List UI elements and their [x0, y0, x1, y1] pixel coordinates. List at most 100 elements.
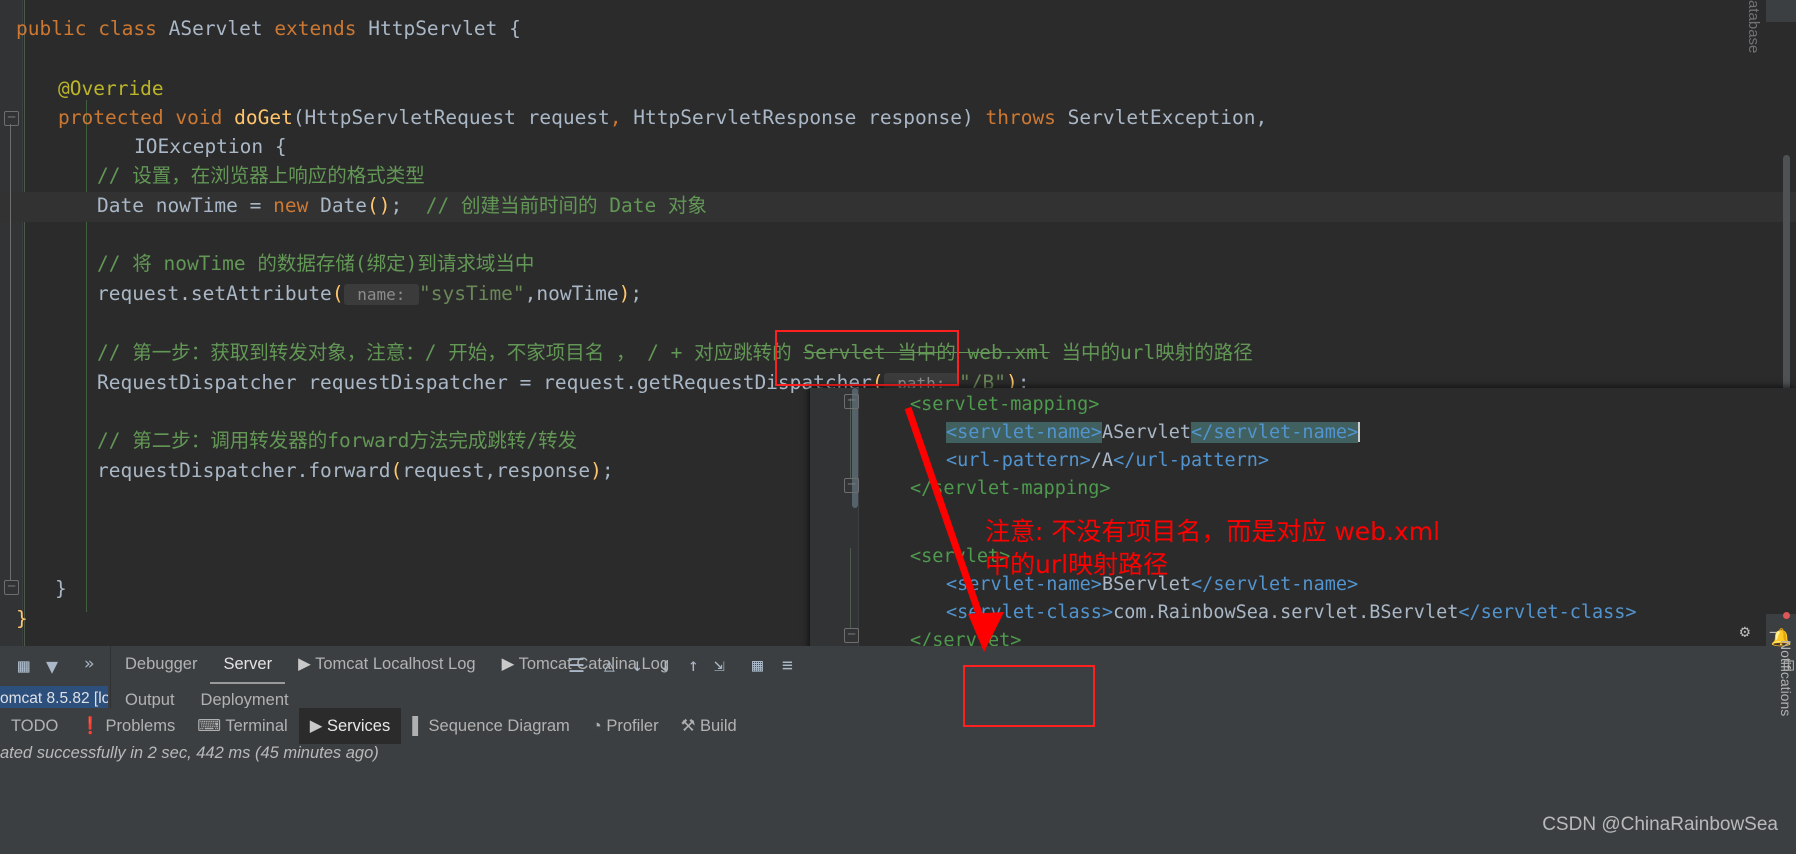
tab-server[interactable]: Server [210, 646, 286, 684]
annotation-box-path [775, 330, 959, 386]
download2-icon[interactable]: ↓ [660, 655, 671, 676]
code-token: @Override [58, 77, 164, 100]
xml-fold-marker-icon-2[interactable]: ─ [844, 478, 859, 493]
upload2-icon[interactable]: ↑ [688, 655, 699, 676]
tab-label: TODO [11, 717, 59, 735]
status-tool-tabs[interactable]: TODO ❗ Problems ⌨ Terminal ▶ Services ▌ Sequ… [0, 708, 1796, 744]
run-icon: ▶ [298, 655, 316, 673]
download-icon[interactable]: ↓ [632, 655, 643, 676]
tab-label: Profiler [606, 717, 659, 735]
diagram-icon: ▌ [412, 717, 429, 735]
database-tool-label[interactable]: atabase [1745, 0, 1762, 53]
tab-label: Problems [105, 717, 176, 735]
profiler-icon: ◔ [591, 717, 607, 735]
list-icon[interactable]: ☰ [568, 655, 585, 677]
gear-icon[interactable]: ⚙ [1740, 622, 1750, 642]
fold-marker-end-icon[interactable]: ─ [4, 580, 19, 595]
grid-icon[interactable]: ▦ [18, 655, 29, 677]
editor-gutter[interactable] [0, 0, 23, 646]
annotation-arrow-icon [904, 406, 1004, 652]
code-token: ,nowTime [524, 282, 619, 305]
code-line[interactable]: Date nowTime = new Date(); // 创建当前时间的 Da… [97, 191, 707, 221]
hammer-icon: ⚒ [680, 717, 700, 735]
tab-services[interactable]: ▶ Services [298, 708, 402, 744]
code-token: requestDispatcher.forward [97, 459, 391, 482]
notifications-label[interactable]: Notifications [1768, 640, 1794, 716]
gutter-divider [24, 0, 25, 646]
code-token: // 创建当前时间的 Date 对象 [425, 194, 707, 217]
notification-badge [1783, 612, 1790, 619]
code-token: extends [274, 17, 369, 40]
tab-label: Sequence Diagram [428, 717, 570, 735]
code-token: AServlet [168, 17, 275, 40]
upload-icon[interactable]: △ [604, 655, 615, 676]
tab-label: Server [223, 655, 273, 673]
xml-fold-line [850, 398, 851, 478]
play-icon: ▶ [309, 717, 327, 735]
code-line[interactable]: } [55, 574, 67, 604]
code-line[interactable]: // 第一步：获取到转发对象，注意：/ 开始，不家项目名 ， / + 对应跳转的… [97, 338, 1253, 368]
warning-icon: ❗ [80, 717, 106, 735]
bottom-tool-window[interactable]: ▦ ▼ » omcat 8.5.82 [lo Debugger Server ▶ T… [0, 646, 1796, 854]
code-line[interactable]: @Override [58, 74, 164, 104]
wrap-icon[interactable]: ≡ [782, 655, 793, 676]
code-token: ( [331, 282, 344, 305]
filter-icon[interactable]: ▼ [46, 654, 58, 678]
code-token: Date nowTime = [97, 194, 274, 217]
code-token: void [175, 106, 235, 129]
code-token: </servlet-class> [1458, 602, 1637, 623]
code-token: request.setAttribute [97, 282, 332, 305]
code-line[interactable]: // 将 nowTime 的数据存储(绑定)到请求域当中 [97, 249, 534, 279]
layout-icon[interactable]: ◫ [1784, 655, 1794, 675]
code-token: // 第二步：调用转发器的forward方法完成跳转/转发 [97, 429, 578, 452]
code-line[interactable]: protected void doGet(HttpServletRequest … [58, 103, 1267, 133]
code-token: IOException { [134, 135, 287, 158]
tab-profiler[interactable]: ◔ Profiler [581, 708, 670, 744]
code-token: // 设置，在浏览器上响应的格式类型 [97, 164, 425, 187]
tab-build[interactable]: ⚒ Build [670, 708, 748, 744]
tab-terminal[interactable]: ⌨ Terminal [186, 708, 298, 744]
tab-tomcat-localhost-log[interactable]: ▶ Tomcat Localhost Log [285, 646, 489, 682]
code-line[interactable]: } [16, 604, 28, 634]
ide-window: ─ ─ public class AServlet extends HttpSe… [0, 0, 1796, 854]
code-token: ; [630, 282, 643, 305]
code-token: throws [985, 106, 1068, 129]
chevron-right-icon[interactable]: » [84, 654, 94, 674]
code-line[interactable]: public class AServlet extends HttpServle… [16, 14, 521, 44]
tab-todo[interactable]: TODO [0, 708, 69, 744]
code-token: name: [343, 284, 419, 305]
bottom-tabs-row-1[interactable]: Debugger Server ▶ Tomcat Localhost Log ▶ To… [112, 646, 682, 684]
code-token: } [16, 607, 28, 630]
tab-label: Tomcat Catalina Log [518, 655, 669, 673]
code-token: </servlet-name> [1191, 422, 1359, 443]
xml-fold-marker-icon-3[interactable]: ─ [844, 628, 859, 643]
right-rail-top [1766, 0, 1796, 22]
tab-problems[interactable]: ❗ Problems [69, 708, 186, 744]
code-token: ; [601, 459, 614, 482]
run-icon: ▶ [501, 655, 519, 673]
code-line[interactable]: IOException { [134, 132, 287, 162]
fold-marker-icon[interactable]: ─ [4, 111, 19, 126]
code-line[interactable]: request.setAttribute( name: "sysTime",no… [97, 279, 642, 309]
table-icon[interactable]: ▦ [752, 655, 763, 676]
terminal-icon: ⌨ [197, 717, 226, 735]
code-token: , [609, 106, 634, 129]
tab-label: Terminal [225, 717, 288, 735]
code-token: ) [618, 282, 631, 305]
code-line[interactable]: // 设置，在浏览器上响应的格式类型 [97, 161, 425, 191]
cancel-icon[interactable]: ⇲ [714, 655, 725, 676]
code-token: // 第一步：获取到转发对象，注意：/ 开始，不家项目名 ， / + 对应跳转的 [97, 341, 804, 364]
tab-sequence-diagram[interactable]: ▌ Sequence Diagram [401, 708, 581, 744]
code-token: com.RainbowSea.servlet.BServlet [1113, 602, 1459, 623]
code-token: (HttpServletRequest request [292, 106, 610, 129]
tab-tomcat-catalina-log[interactable]: ▶ Tomcat Catalina Log [489, 646, 682, 682]
xml-fold-marker-icon[interactable]: ─ [844, 394, 859, 409]
code-line[interactable]: requestDispatcher.forward(request,respon… [97, 456, 614, 486]
code-line[interactable]: // 第二步：调用转发器的forward方法完成跳转/转发 [97, 426, 577, 456]
tab-debugger[interactable]: Debugger [112, 646, 210, 682]
code-token: HttpServletResponse response) [633, 106, 986, 129]
code-token: ; [390, 194, 426, 217]
code-token: new [273, 194, 321, 217]
tab-label: Build [700, 717, 737, 735]
code-token: 当中的url映射的路径 [1049, 341, 1253, 364]
